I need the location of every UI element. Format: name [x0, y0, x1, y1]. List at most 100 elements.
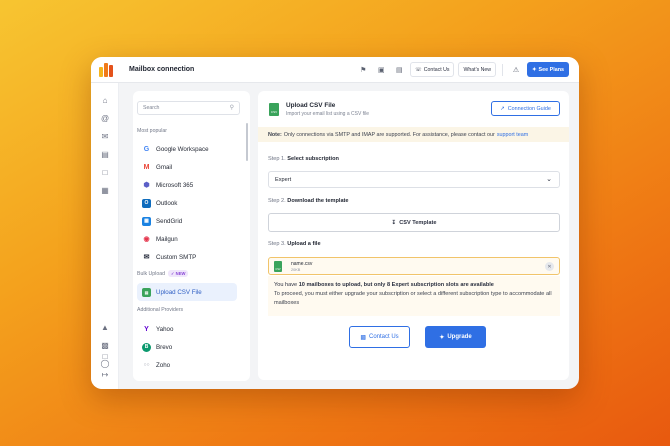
section-label-bulk-upload: Bulk Upload ✓ NEW	[137, 270, 189, 277]
provider-item-zoho[interactable]: ○○ Zoho	[137, 356, 237, 374]
megaphone-icon[interactable]: ⚑	[356, 63, 370, 77]
see-plans-button[interactable]: ✦ See Plans	[526, 62, 569, 77]
bell-icon[interactable]: ⚠	[509, 63, 523, 77]
step-2-label: Step 2. Download the template	[268, 198, 349, 204]
warning-line-2: To proceed, you must either upgrade your…	[274, 291, 552, 306]
csv-file-icon: CSV	[269, 103, 279, 116]
whats-new-label: What's New	[463, 66, 491, 73]
provider-item-brevo[interactable]: B Brevo	[137, 338, 237, 356]
search-input[interactable]: Search ⚲	[137, 101, 240, 115]
file-size: 20KB	[291, 268, 301, 272]
csv-template-label: CSV Template	[399, 219, 437, 226]
see-plans-label: See Plans	[538, 66, 564, 73]
sendgrid-icon: ▦	[142, 216, 151, 226]
note-label: Note:	[268, 131, 282, 138]
provider-label: SendGrid	[156, 217, 183, 225]
subscription-value: Expert	[275, 176, 292, 183]
phone-icon: ☏	[415, 66, 422, 73]
provider-item-upload-csv[interactable]: ▤ Upload CSV File	[137, 283, 237, 301]
uploaded-file: CSV name.csv 20KB ✕	[268, 257, 560, 275]
mail-icon[interactable]: ✉	[99, 130, 111, 142]
microsoft-icon: ⬢	[143, 182, 150, 189]
contact-us-button[interactable]: ☏ Contact Us	[410, 62, 455, 77]
mailgun-icon: ◉	[143, 236, 150, 243]
csv-template-button[interactable]: ↧ CSV Template	[268, 213, 560, 232]
file-icon[interactable]: ▦	[99, 184, 111, 196]
provider-label: Mailgun	[156, 235, 178, 243]
section-label-most-popular: Most popular	[137, 128, 167, 134]
panel-title: Upload CSV File	[286, 102, 336, 109]
contact-us-button[interactable]: ▩ Contact Us	[349, 326, 410, 348]
upload-csv-panel: CSV Upload CSV File Import your email li…	[258, 91, 569, 380]
new-badge: ✓ NEW	[167, 270, 189, 277]
csv-file-icon: CSV	[274, 261, 282, 272]
document-icon[interactable]: ▤	[99, 148, 111, 160]
home-icon[interactable]: ⌂	[99, 94, 111, 106]
external-link-icon: ↗	[500, 105, 505, 112]
gmail-icon: M	[143, 163, 150, 171]
scrollbar[interactable]	[246, 123, 248, 161]
step-3-label: Step 3. Upload a file	[268, 241, 321, 247]
chat-icon: ▩	[360, 334, 366, 341]
provider-item-google-workspace[interactable]: G Google Workspace	[137, 140, 237, 158]
divider	[501, 63, 503, 76]
upgrade-label: Upgrade	[447, 334, 472, 340]
gift-icon[interactable]: ▣	[374, 63, 388, 77]
chat-icon[interactable]: □	[99, 166, 111, 178]
logout-icon[interactable]: ↦	[99, 368, 111, 380]
step-1-label: Step 1. Select subscription	[268, 156, 339, 162]
provider-label: Zoho	[156, 361, 171, 369]
provider-item-custom-smtp[interactable]: ✉ Custom SMTP	[137, 248, 237, 266]
chat-bubble-icon[interactable]: □	[99, 350, 111, 362]
upgrade-button[interactable]: ✦ Upgrade	[425, 326, 486, 348]
provider-item-yahoo[interactable]: Y Yahoo	[137, 320, 237, 338]
provider-label: Yahoo	[156, 325, 174, 333]
app-window: Mailbox connection ⚑ ▣ ▤ ☏ Contact Us Wh…	[91, 57, 579, 389]
google-icon: G	[143, 145, 150, 153]
connection-guide-label: Connection Guide	[507, 105, 551, 112]
support-team-link[interactable]: support team	[497, 132, 528, 138]
provider-list-panel: Search ⚲ Most popular G Google Workspace…	[133, 91, 250, 381]
provider-label: Outlook	[156, 199, 178, 207]
whats-new-button[interactable]: What's New	[458, 62, 496, 77]
section-label-additional: Additional Providers	[137, 307, 184, 313]
yahoo-icon: Y	[144, 325, 149, 333]
provider-item-gmail[interactable]: M Gmail	[137, 158, 237, 176]
file-name: name.csv	[291, 261, 313, 267]
close-icon[interactable]: ✕	[545, 262, 554, 271]
connection-guide-button[interactable]: ↗ Connection Guide	[491, 101, 560, 116]
bulk-upload-label: Bulk Upload	[137, 270, 165, 277]
provider-item-sendgrid[interactable]: ▦ SendGrid	[137, 212, 237, 230]
book-icon[interactable]: ▤	[392, 63, 406, 77]
provider-label: Microsoft 365	[156, 181, 194, 189]
graduation-cap-icon[interactable]: ▲	[99, 321, 111, 333]
csv-file-icon: ▤	[142, 287, 151, 297]
provider-item-mailgun[interactable]: ◉ Mailgun	[137, 230, 237, 248]
provider-label: Gmail	[156, 163, 173, 171]
provider-label: Upload CSV File	[156, 288, 202, 296]
note-banner: Note: Only connections via SMTP and IMAP…	[258, 127, 569, 142]
subscription-select[interactable]: Expert ⌄	[268, 171, 560, 188]
search-placeholder: Search	[143, 105, 160, 111]
slot-warning: You have 10 mailboxes to upload, but onl…	[268, 276, 560, 316]
download-icon: ↧	[391, 219, 397, 226]
warning-line-1: You have 10 mailboxes to upload, but onl…	[274, 282, 494, 288]
sparkle-icon: ✦	[531, 66, 537, 73]
provider-item-microsoft-365[interactable]: ⬢ Microsoft 365	[137, 176, 237, 194]
provider-label: Brevo	[156, 343, 173, 351]
chevron-down-icon: ⌄	[546, 176, 552, 183]
top-bar: Mailbox connection ⚑ ▣ ▤ ☏ Contact Us Wh…	[91, 57, 579, 83]
contact-us-label: Contact Us	[368, 334, 399, 340]
at-sign-icon[interactable]: @	[99, 112, 111, 124]
contact-us-label: Contact Us	[423, 66, 450, 73]
sparkle-icon: ✦	[439, 334, 445, 341]
provider-label: Google Workspace	[156, 145, 209, 153]
zoho-icon: ○○	[143, 362, 150, 368]
left-rail-nav: ⌂ @ ✉ ▤ □ ▦ ▲ ▩ ◯	[91, 83, 119, 389]
provider-label: Custom SMTP	[156, 253, 197, 261]
app-logo[interactable]	[99, 62, 113, 77]
note-text: Only connections via SMTP and IMAP are s…	[283, 131, 495, 138]
provider-item-outlook[interactable]: O Outlook	[137, 194, 237, 212]
brevo-icon: B	[142, 342, 151, 352]
outlook-icon: O	[142, 198, 151, 208]
